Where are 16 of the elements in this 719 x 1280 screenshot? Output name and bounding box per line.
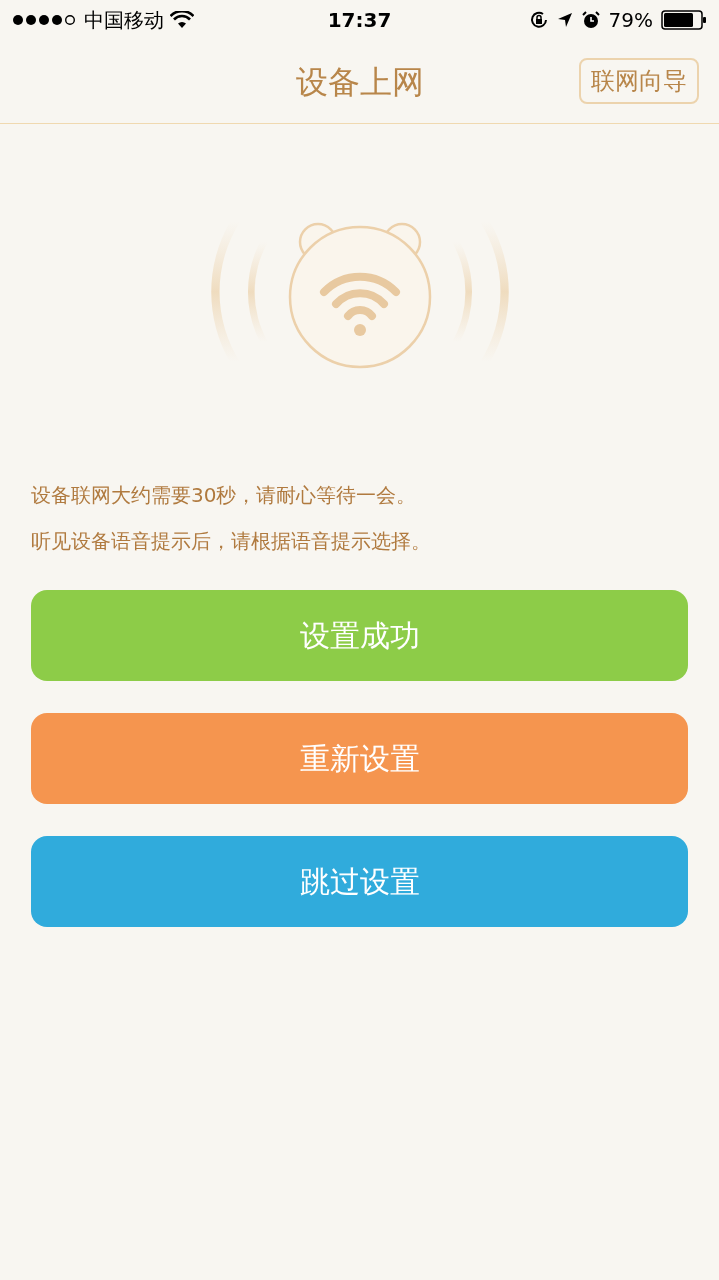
action-button[interactable]: 设置成功 [31,590,688,681]
action-button[interactable]: 跳过设置 [31,836,688,927]
hint-text: 听见设备语音提示后，请根据语音提示选择。 [31,528,432,554]
wifi-icon [170,11,194,29]
battery-percent: 79% [608,7,653,34]
battery-icon [661,10,707,30]
signal-icon [12,14,78,26]
hint-text: 设备联网大约需要30秒，请耐心等待一会。 [31,482,418,508]
guide-button[interactable]: 联网向导 [579,58,699,104]
alarm-clock-icon [580,10,601,30]
rotation-lock-icon [528,10,549,30]
page-title: 设备上网 [295,61,424,103]
location-arrow-icon [556,12,573,28]
clock-time: 17:37 [327,7,392,34]
action-button[interactable]: 重新设置 [31,713,688,804]
carrier-name: 中国移动 [84,7,164,34]
